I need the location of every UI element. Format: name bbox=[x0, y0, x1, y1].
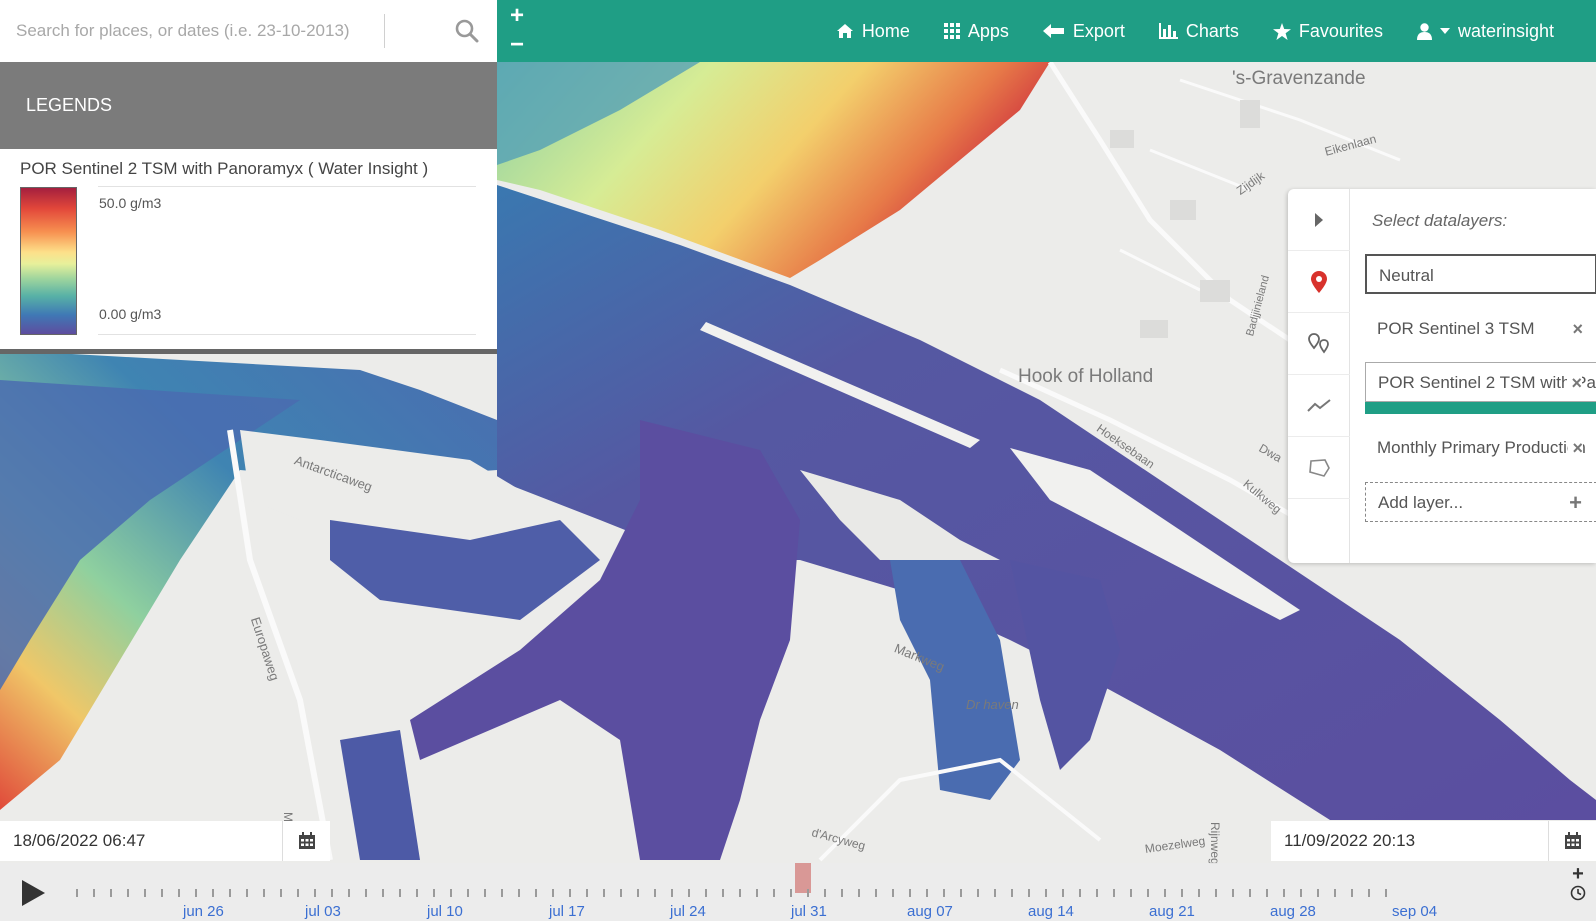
bar-chart-icon bbox=[1158, 23, 1178, 39]
nav-favourites[interactable]: Favourites bbox=[1272, 20, 1383, 42]
map-pin-icon bbox=[1311, 270, 1327, 293]
timeline-date-label[interactable]: aug 14 bbox=[1028, 903, 1074, 920]
tool-polygon-button[interactable] bbox=[1288, 437, 1350, 499]
layer-label: POR Sentinel 3 TSM bbox=[1377, 319, 1535, 338]
timeline-date-label[interactable]: sep 04 bbox=[1392, 903, 1437, 920]
nav-charts-label: Charts bbox=[1185, 20, 1239, 41]
timeline-date-label[interactable]: aug 28 bbox=[1270, 903, 1316, 920]
layer-monthly-primary-production[interactable]: Monthly Primary Production × bbox=[1365, 428, 1596, 468]
search-divider bbox=[384, 14, 385, 48]
legend-layer-title: POR Sentinel 2 TSM with Panoramyx ( Wate… bbox=[20, 159, 429, 178]
building bbox=[1170, 200, 1196, 220]
caret-down-icon bbox=[1439, 28, 1450, 34]
remove-layer-icon[interactable]: × bbox=[1567, 363, 1582, 401]
search-box bbox=[0, 0, 497, 62]
map-label-street: Rijnweg bbox=[1208, 822, 1222, 865]
search-input[interactable] bbox=[0, 0, 384, 62]
end-date-value: 11/09/2022 20:13 bbox=[1284, 831, 1416, 850]
home-icon bbox=[836, 24, 853, 38]
nav-apps-label: Apps bbox=[967, 20, 1009, 41]
nav-favourites-label: Favourites bbox=[1298, 20, 1383, 41]
polygon-icon bbox=[1309, 458, 1330, 477]
star-icon bbox=[1272, 22, 1291, 40]
end-date-calendar-button[interactable] bbox=[1548, 821, 1596, 861]
export-arrow-icon bbox=[1042, 24, 1064, 38]
map-label-town: 's-Gravenzande bbox=[1232, 68, 1366, 89]
legend-divider bbox=[98, 186, 476, 187]
line-chart-icon bbox=[1307, 398, 1331, 412]
timeline-date-label[interactable]: jul 17 bbox=[549, 903, 585, 920]
plus-icon: + bbox=[1569, 490, 1582, 515]
nav-export[interactable]: Export bbox=[1042, 20, 1125, 42]
nav-apps[interactable]: Apps bbox=[943, 20, 1009, 42]
legend-panel: POR Sentinel 2 TSM with Panoramyx ( Wate… bbox=[0, 149, 497, 354]
tool-multi-pin-button[interactable] bbox=[1288, 313, 1350, 375]
multi-pin-icon bbox=[1308, 332, 1329, 354]
remove-layer-icon[interactable]: × bbox=[1568, 428, 1583, 468]
tool-line-button[interactable] bbox=[1288, 375, 1350, 437]
legend-divider bbox=[98, 334, 476, 335]
remove-layer-icon[interactable]: × bbox=[1572, 309, 1583, 349]
timeline-zoom-controls: + bbox=[1560, 863, 1596, 921]
timeline-date-label[interactable]: jul 03 bbox=[305, 903, 341, 920]
layer-label: POR Sentinel 2 TSM with Panoramyx bbox=[1378, 373, 1596, 392]
layer-neutral[interactable]: Neutral bbox=[1365, 254, 1596, 294]
timeline-slider[interactable]: jun 26 jul 03 jul 10 jul 17 jul 24 jul 3… bbox=[0, 863, 1596, 921]
timeline-date-label[interactable]: jul 10 bbox=[427, 903, 463, 920]
nav-charts[interactable]: Charts bbox=[1158, 20, 1239, 42]
user-icon bbox=[1416, 22, 1432, 40]
layer-label: Neutral bbox=[1379, 266, 1434, 285]
start-date-field[interactable]: 18/06/2022 06:47 bbox=[0, 821, 330, 861]
legend-header[interactable]: LEGENDS bbox=[0, 62, 497, 149]
timeline-date-label[interactable]: aug 07 bbox=[907, 903, 953, 920]
active-layer-indicator bbox=[1365, 402, 1596, 414]
legend-min-value: 0.00 g/m3 bbox=[99, 306, 162, 322]
timeline-date-label[interactable]: jul 24 bbox=[670, 903, 706, 920]
building bbox=[1140, 320, 1168, 338]
nav-user-label: waterinsight bbox=[1457, 20, 1554, 41]
caret-right-icon bbox=[1315, 212, 1323, 227]
tool-pin-button[interactable] bbox=[1288, 251, 1350, 313]
building bbox=[1240, 100, 1260, 128]
calendar-icon bbox=[1564, 832, 1581, 849]
zoom-in-button[interactable]: + bbox=[505, 2, 529, 30]
end-date-field[interactable]: 11/09/2022 20:13 bbox=[1271, 821, 1596, 861]
building bbox=[1110, 130, 1134, 148]
grid-icon bbox=[943, 23, 960, 39]
play-icon[interactable] bbox=[20, 879, 46, 907]
map-label-town: Hook of Holland bbox=[1018, 366, 1154, 387]
layer-por-sentinel-3-tsm[interactable]: POR Sentinel 3 TSM × bbox=[1365, 309, 1596, 349]
zoom-out-button[interactable]: − bbox=[505, 31, 529, 59]
search-icon[interactable] bbox=[455, 19, 479, 43]
legend-color-ramp bbox=[20, 187, 77, 335]
clock-icon[interactable] bbox=[1570, 885, 1586, 901]
datalayer-panel-title: Select datalayers: bbox=[1372, 211, 1508, 230]
main-nav: Home Apps Export Charts Favourites water… bbox=[836, 0, 1554, 62]
start-date-calendar-button[interactable] bbox=[282, 821, 330, 861]
nav-user-menu[interactable]: waterinsight bbox=[1416, 20, 1554, 42]
layer-label: Monthly Primary Production bbox=[1377, 438, 1586, 457]
layer-por-sentinel-2-tsm[interactable]: POR Sentinel 2 TSM with Panoramyx × bbox=[1365, 362, 1596, 402]
nav-home[interactable]: Home bbox=[836, 21, 910, 42]
timeline-date-label[interactable]: jul 31 bbox=[791, 903, 827, 920]
timeline-ticks bbox=[76, 889, 1394, 897]
start-date-value: 18/06/2022 06:47 bbox=[13, 831, 146, 850]
timeline-date-label[interactable]: jun 26 bbox=[183, 903, 224, 920]
panel-collapse-button[interactable] bbox=[1288, 189, 1350, 251]
timeline-zoom-in-button[interactable]: + bbox=[1560, 863, 1596, 885]
building bbox=[1200, 280, 1230, 302]
nav-home-label: Home bbox=[861, 20, 910, 41]
legend-max-value: 50.0 g/m3 bbox=[99, 195, 162, 211]
timeline-date-label[interactable]: aug 21 bbox=[1149, 903, 1195, 920]
add-layer-label: Add layer... bbox=[1378, 493, 1464, 512]
map-label-street: Dr haven bbox=[966, 697, 1019, 712]
panel-tool-sidebar bbox=[1288, 189, 1350, 563]
add-layer-button[interactable]: Add layer... + bbox=[1365, 482, 1596, 522]
calendar-icon bbox=[298, 832, 315, 849]
nav-export-label: Export bbox=[1072, 20, 1125, 41]
